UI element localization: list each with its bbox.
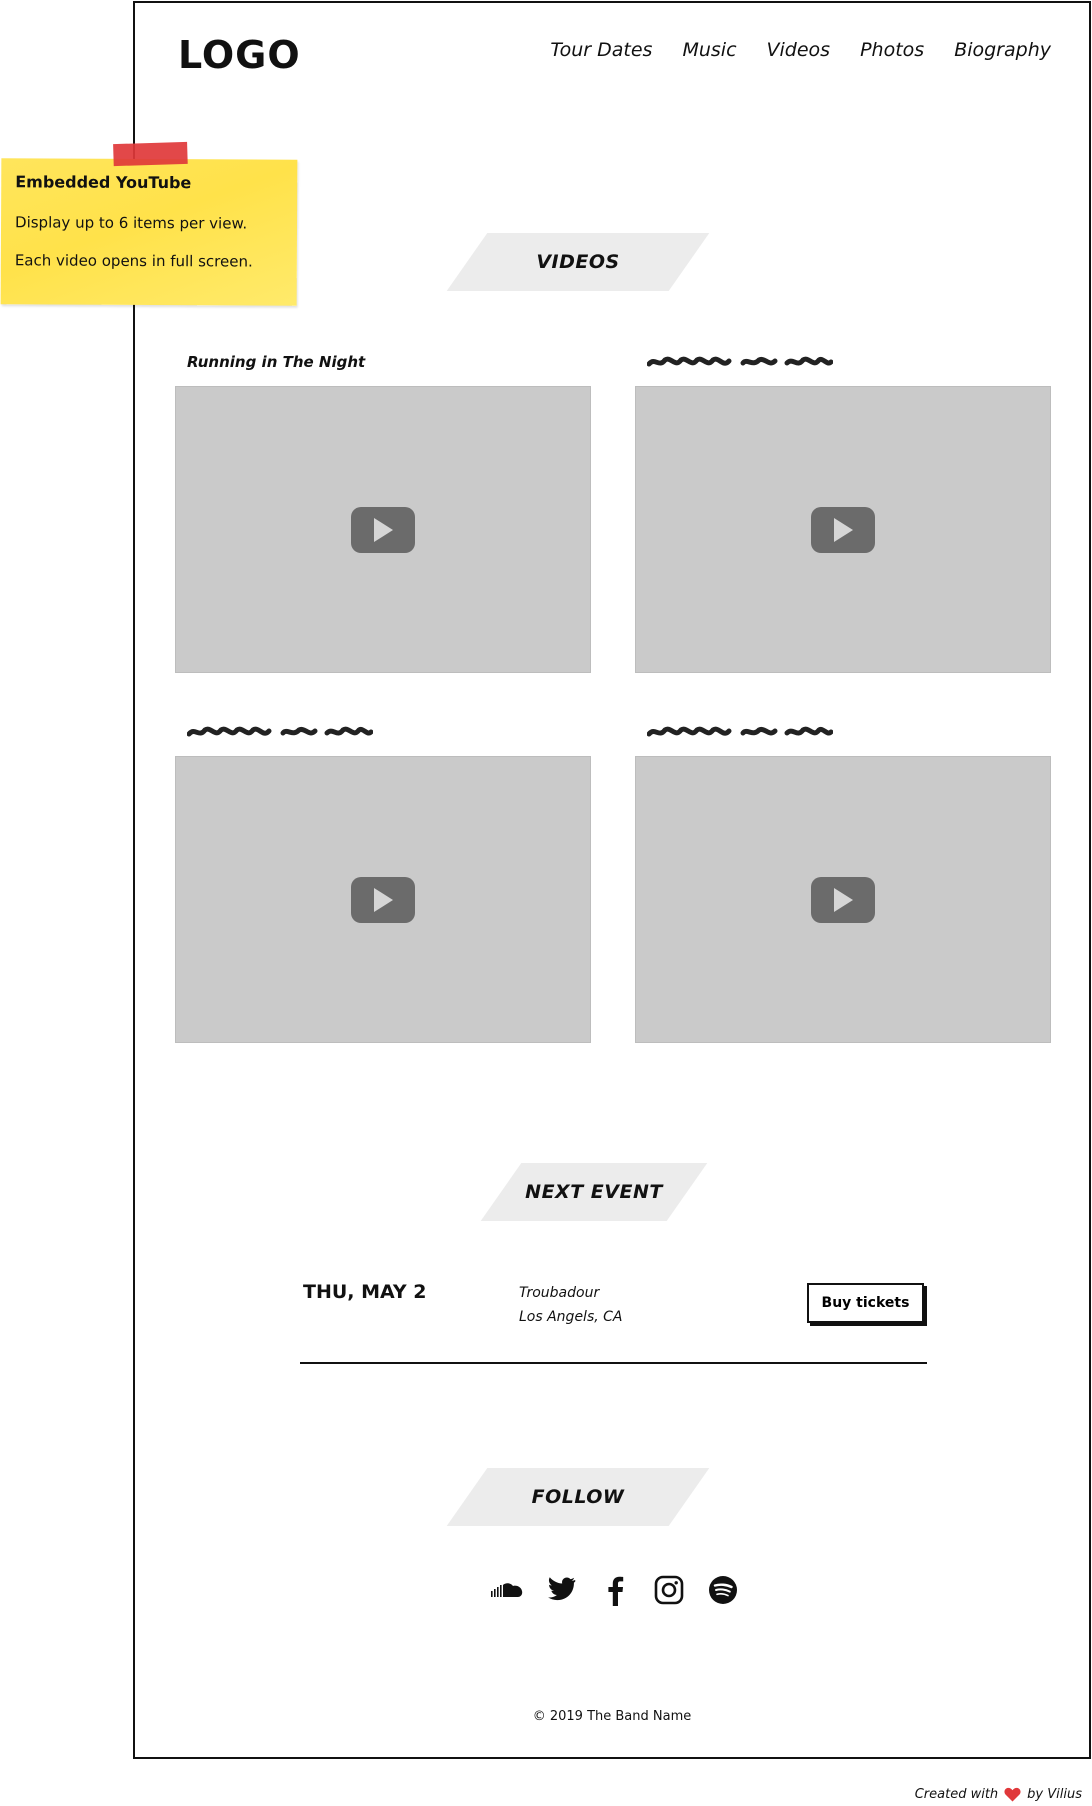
facebook-icon[interactable] — [598, 1573, 632, 1607]
credit: Created with by Vilius — [915, 1787, 1082, 1802]
main-nav: Tour Dates Music Videos Photos Biography — [550, 39, 1051, 61]
follow-section-title: FOLLOW — [446, 1468, 710, 1526]
nav-photos[interactable]: Photos — [860, 39, 924, 61]
video-player[interactable] — [635, 386, 1051, 673]
video-card — [635, 350, 1051, 673]
credit-prefix: Created with — [914, 1787, 999, 1802]
heart-icon — [1004, 1787, 1021, 1802]
videos-section-title: VIDEOS — [446, 233, 710, 291]
sticky-note-title: Embedded YouTube — [15, 172, 192, 193]
video-card — [175, 720, 591, 1043]
event-date: THU, MAY 2 — [303, 1281, 427, 1303]
soundcloud-icon[interactable] — [490, 1573, 524, 1607]
placeholder-title-scribble — [647, 356, 833, 367]
placeholder-title-scribble — [647, 726, 833, 737]
next-event-section-title: NEXT EVENT — [480, 1163, 708, 1221]
video-player[interactable] — [175, 756, 591, 1043]
sticky-note-line: Each video opens in full screen. — [14, 251, 253, 271]
play-icon[interactable] — [351, 506, 415, 553]
video-title: Running in The Night — [187, 353, 366, 371]
video-card — [635, 720, 1051, 1043]
social-links — [490, 1573, 740, 1607]
spotify-icon[interactable] — [706, 1573, 740, 1607]
twitter-icon[interactable] — [544, 1573, 578, 1607]
buy-tickets-button[interactable]: Buy tickets — [807, 1283, 924, 1323]
event-city: Los Angels, CA — [519, 1309, 623, 1325]
video-card: Running in The Night — [175, 350, 591, 673]
instagram-icon[interactable] — [652, 1573, 686, 1607]
video-player[interactable] — [635, 756, 1051, 1043]
nav-videos[interactable]: Videos — [767, 39, 831, 61]
sticky-note: Embedded YouTube Display up to 6 items p… — [0, 141, 298, 306]
event-venue: Troubadour — [519, 1285, 600, 1301]
copyright: © 2019 The Band Name — [532, 1709, 692, 1724]
divider — [300, 1362, 927, 1364]
nav-tour-dates[interactable]: Tour Dates — [550, 39, 652, 61]
tape — [113, 141, 188, 167]
video-player[interactable] — [175, 386, 591, 673]
play-icon[interactable] — [811, 506, 875, 553]
nav-biography[interactable]: Biography — [954, 39, 1051, 61]
credit-suffix: by Vilius — [1027, 1787, 1082, 1802]
placeholder-title-scribble — [187, 726, 373, 737]
logo[interactable]: LOGO — [178, 33, 301, 77]
play-icon[interactable] — [351, 876, 415, 923]
play-icon[interactable] — [811, 876, 875, 923]
nav-music[interactable]: Music — [682, 39, 736, 61]
sticky-note-line: Display up to 6 items per view. — [15, 213, 248, 233]
